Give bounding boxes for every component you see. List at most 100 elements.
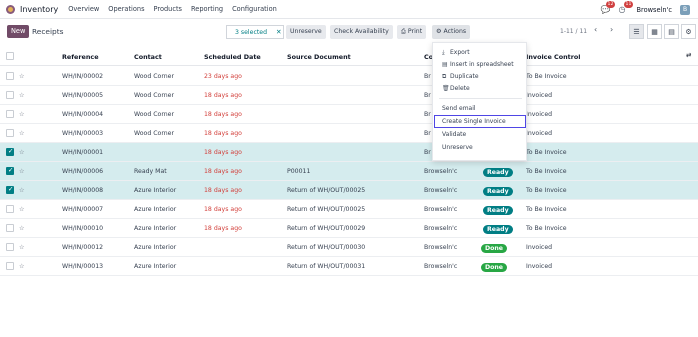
new-button[interactable]: New (7, 25, 30, 38)
insert-spreadsheet-menu-item[interactable]: ▤ Insert in spreadsheet (433, 59, 528, 70)
scheduled-date: 18 days ago (204, 225, 242, 232)
table-row[interactable]: ☆ WH/IN/00007 Azure Interior 18 days ago… (0, 200, 698, 219)
table-row[interactable]: ☆ WH/IN/00001 18 days ago Br To Be Invoi… (0, 143, 698, 162)
selected-count: 3 selected (235, 28, 268, 36)
list-view-icon[interactable]: ☰ (629, 24, 644, 39)
company: Browseln'c (424, 206, 458, 213)
star-icon[interactable]: ☆ (19, 130, 25, 137)
activity-button[interactable]: ◷ 11 (619, 0, 634, 15)
star-icon[interactable]: ☆ (19, 73, 25, 80)
company: Br (424, 92, 431, 99)
actions-dropdown: ⤓ Export ▤ Insert in spreadsheet ⧉ Duplicat… (432, 42, 527, 161)
scheduled-date: 18 days ago (204, 149, 242, 156)
selection-indicator: 3 selected ✕ (226, 25, 284, 39)
optional-columns-icon[interactable]: ⇄ (686, 51, 691, 59)
export-icon: ⤓ (442, 49, 445, 56)
row-checkbox[interactable] (6, 166, 14, 175)
systray: 💬 12 ◷ 11 Browseln'c B (601, 0, 690, 19)
table-row[interactable]: ☆ WH/IN/00012 Azure Interior Return of W… (0, 238, 698, 257)
menu-reporting[interactable]: Reporting (191, 5, 223, 13)
col-scheduled-date[interactable]: Scheduled Date (204, 53, 261, 61)
row-checkbox[interactable] (6, 91, 14, 99)
table-row[interactable]: ☆ WH/IN/00013 Azure Interior Return of W… (0, 257, 698, 276)
row-checkbox[interactable] (6, 147, 14, 156)
table-row[interactable]: ☆ WH/IN/00010 Azure Interior 18 days ago… (0, 219, 698, 238)
delete-menu-item[interactable]: 🗑Delete (433, 83, 528, 94)
company-switcher[interactable]: Browseln'c (637, 6, 672, 14)
export-menu-item[interactable]: ⤓ Export (433, 47, 528, 58)
col-invoice-control[interactable]: Invoice Control (526, 53, 580, 61)
star-icon[interactable]: ☆ (19, 244, 25, 251)
scheduled-date: 18 days ago (204, 111, 242, 118)
source-document: P00011 (287, 168, 311, 175)
next-page-icon[interactable]: › (610, 25, 613, 34)
duplicate-menu-item[interactable]: ⧉ Duplicate (433, 71, 528, 82)
star-icon[interactable]: ☆ (19, 149, 25, 156)
actions-label: Actions (443, 28, 467, 35)
menu-overview[interactable]: Overview (68, 5, 99, 13)
unreserve-menu-item[interactable]: Unreserve (433, 142, 528, 153)
star-icon[interactable]: ☆ (19, 263, 25, 270)
kanban-view-icon[interactable]: ▦ (647, 24, 662, 39)
row-checkbox[interactable] (6, 110, 14, 118)
row-checkbox[interactable] (6, 185, 14, 194)
table-row[interactable]: ☆ WH/IN/00008 Azure Interior 18 days ago… (0, 181, 698, 200)
star-icon[interactable]: ☆ (19, 225, 25, 232)
check-availability-button[interactable]: Check Availability (330, 25, 393, 39)
validate-menu-item[interactable]: Validate (433, 129, 528, 140)
status-badge: Ready (483, 168, 513, 177)
menu-operations[interactable]: Operations (108, 5, 144, 13)
scheduled-date: 18 days ago (204, 168, 242, 175)
row-checkbox[interactable] (6, 72, 14, 80)
star-icon[interactable]: ☆ (19, 187, 25, 194)
delete-label: Delete (450, 85, 470, 92)
reference: WH/IN/00004 (62, 111, 104, 118)
row-checkbox[interactable] (6, 205, 14, 213)
previous-page-icon[interactable]: ‹ (594, 25, 597, 34)
send-email-menu-item[interactable]: Send email (433, 103, 528, 114)
pager-value[interactable]: 1-11 / 11 (560, 28, 587, 35)
breadcrumb: Receipts (32, 27, 64, 36)
star-icon[interactable]: ☆ (19, 92, 25, 99)
app-name[interactable]: Inventory (20, 5, 58, 14)
star-icon[interactable]: ☆ (19, 206, 25, 213)
col-source-document[interactable]: Source Document (287, 53, 351, 61)
reference: WH/IN/00002 (62, 73, 104, 80)
table-row[interactable]: ☆ WH/IN/00002 Wood Corner 23 days ago Br… (0, 67, 698, 86)
reference: WH/IN/00010 (62, 225, 104, 232)
star-icon[interactable]: ☆ (19, 168, 25, 175)
row-checkbox[interactable] (6, 224, 14, 232)
company: Br (424, 130, 431, 137)
actions-button[interactable]: ⚙ Actions (432, 25, 471, 39)
activity-count-badge: 11 (623, 0, 634, 8)
source-document: Return of WH/OUT/00030 (287, 244, 366, 251)
star-icon[interactable]: ☆ (19, 111, 25, 118)
table-row[interactable]: ☆ WH/IN/00003 Wood Corner 18 days ago Br… (0, 124, 698, 143)
status-badge: Ready (483, 225, 513, 234)
settings-view-icon[interactable]: ⚙ (681, 24, 696, 39)
chat-button[interactable]: 💬 12 (601, 0, 616, 15)
row-checkbox[interactable] (6, 243, 14, 251)
menu-products[interactable]: Products (154, 5, 182, 13)
row-checkbox[interactable] (6, 129, 14, 137)
reference: WH/IN/00006 (62, 168, 104, 175)
scheduled-date: 18 days ago (204, 206, 242, 213)
col-contact[interactable]: Contact (134, 53, 162, 61)
select-all-checkbox[interactable] (6, 52, 14, 60)
calendar-view-icon[interactable]: ▤ (664, 24, 679, 39)
table-row[interactable]: ☆ WH/IN/00004 Wood Corner 18 days ago Br… (0, 105, 698, 124)
row-checkbox[interactable] (6, 262, 14, 270)
menu-configuration[interactable]: Configuration (232, 5, 277, 13)
table-row[interactable]: ☆ WH/IN/00006 Ready Mat 18 days ago P000… (0, 162, 698, 181)
reference: WH/IN/00013 (62, 263, 104, 270)
print-button[interactable]: ⎙ Print (397, 25, 427, 39)
clear-selection-icon[interactable]: ✕ (276, 28, 282, 36)
spreadsheet-icon: ▤ (442, 61, 448, 68)
create-single-invoice-menu-item[interactable]: Create Single Invoice (434, 115, 526, 128)
user-avatar[interactable]: B (680, 4, 690, 15)
inventory-app-icon[interactable] (6, 4, 15, 14)
unreserve-button[interactable]: Unreserve (286, 25, 326, 39)
col-reference[interactable]: Reference (62, 53, 99, 61)
table-row[interactable]: ☆ WH/IN/00005 Wood Corner 18 days ago Br… (0, 86, 698, 105)
source-document: Return of WH/OUT/00025 (287, 187, 366, 194)
